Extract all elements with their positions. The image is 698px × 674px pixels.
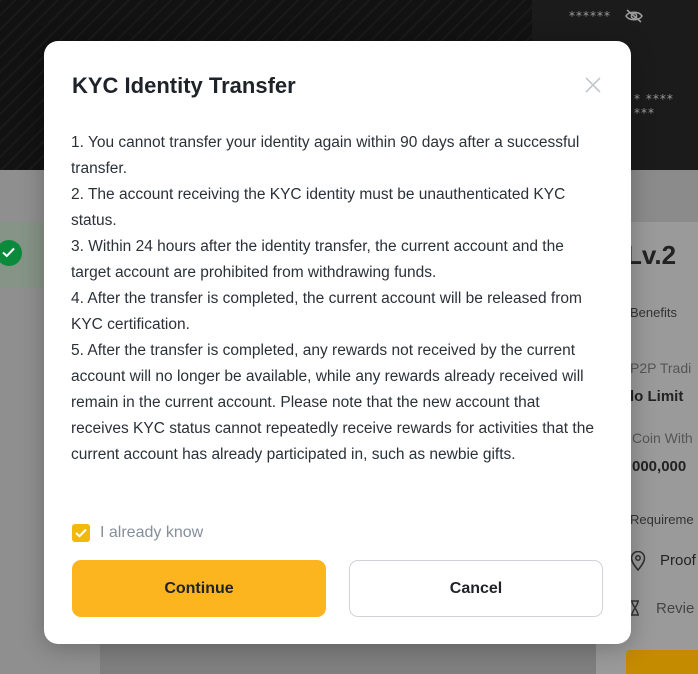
notice-item: 3. Within 24 hours after the identity tr… [71, 238, 564, 281]
close-icon[interactable] [582, 74, 604, 96]
dialog-title: KYC Identity Transfer [72, 73, 296, 98]
review-requirement: Revie [656, 600, 695, 617]
eye-slash-icon[interactable] [624, 8, 644, 24]
dialog-body: 1. You cannot transfer your identity aga… [71, 130, 601, 468]
level-title: Lv.2 [626, 240, 677, 270]
hourglass-icon [631, 600, 639, 616]
acknowledge-checkbox[interactable] [72, 524, 90, 542]
continue-button[interactable]: Continue [72, 560, 326, 617]
p2p-label: P2P Tradi [630, 360, 692, 376]
masked-value: * **** *** [634, 92, 674, 120]
notice-item: 5. After the transfer is completed, any … [71, 342, 594, 463]
masked-value: ****** [569, 9, 611, 23]
cancel-button[interactable]: Cancel [349, 560, 603, 617]
requirements-label: Requireme [630, 512, 694, 527]
coin-withdrawal-value: 000,000 [632, 458, 687, 475]
proof-requirement: Proof [660, 552, 696, 569]
notice-item: 1. You cannot transfer your identity aga… [71, 134, 580, 177]
coin-withdrawal-label: Coin With [632, 430, 693, 446]
location-pin-icon [630, 551, 646, 571]
checkmark-icon [75, 528, 87, 538]
acknowledge-label: I already know [100, 524, 204, 541]
notice-item: 2. The account receiving the KYC identit… [71, 186, 566, 229]
benefits-label: Benefits [630, 305, 677, 320]
p2p-value: lo Limit [630, 388, 684, 405]
background-action-button [626, 650, 698, 674]
notice-item: 4. After the transfer is completed, the … [71, 290, 582, 333]
acknowledge-checkbox-row[interactable]: I already know [72, 523, 203, 543]
kyc-transfer-dialog: KYC Identity Transfer 1. You cannot tran… [44, 41, 631, 644]
